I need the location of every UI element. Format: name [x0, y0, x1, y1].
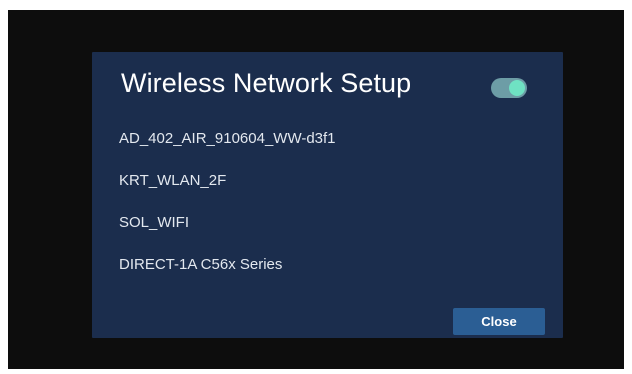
wifi-toggle[interactable] — [491, 78, 527, 98]
screen-background: Wireless Network Setup AD_402_AIR_910604… — [8, 10, 624, 369]
network-list: AD_402_AIR_910604_WW-d3f1 KRT_WLAN_2F SO… — [119, 124, 336, 292]
close-button[interactable]: Close — [453, 308, 545, 335]
network-item[interactable]: AD_402_AIR_910604_WW-d3f1 — [119, 124, 336, 166]
network-item[interactable]: SOL_WIFI — [119, 208, 336, 250]
wireless-setup-dialog: Wireless Network Setup AD_402_AIR_910604… — [92, 52, 563, 338]
network-item[interactable]: KRT_WLAN_2F — [119, 166, 336, 208]
toggle-knob — [509, 80, 525, 96]
network-item[interactable]: DIRECT-1A C56x Series — [119, 250, 336, 292]
dialog-title: Wireless Network Setup — [121, 68, 412, 98]
